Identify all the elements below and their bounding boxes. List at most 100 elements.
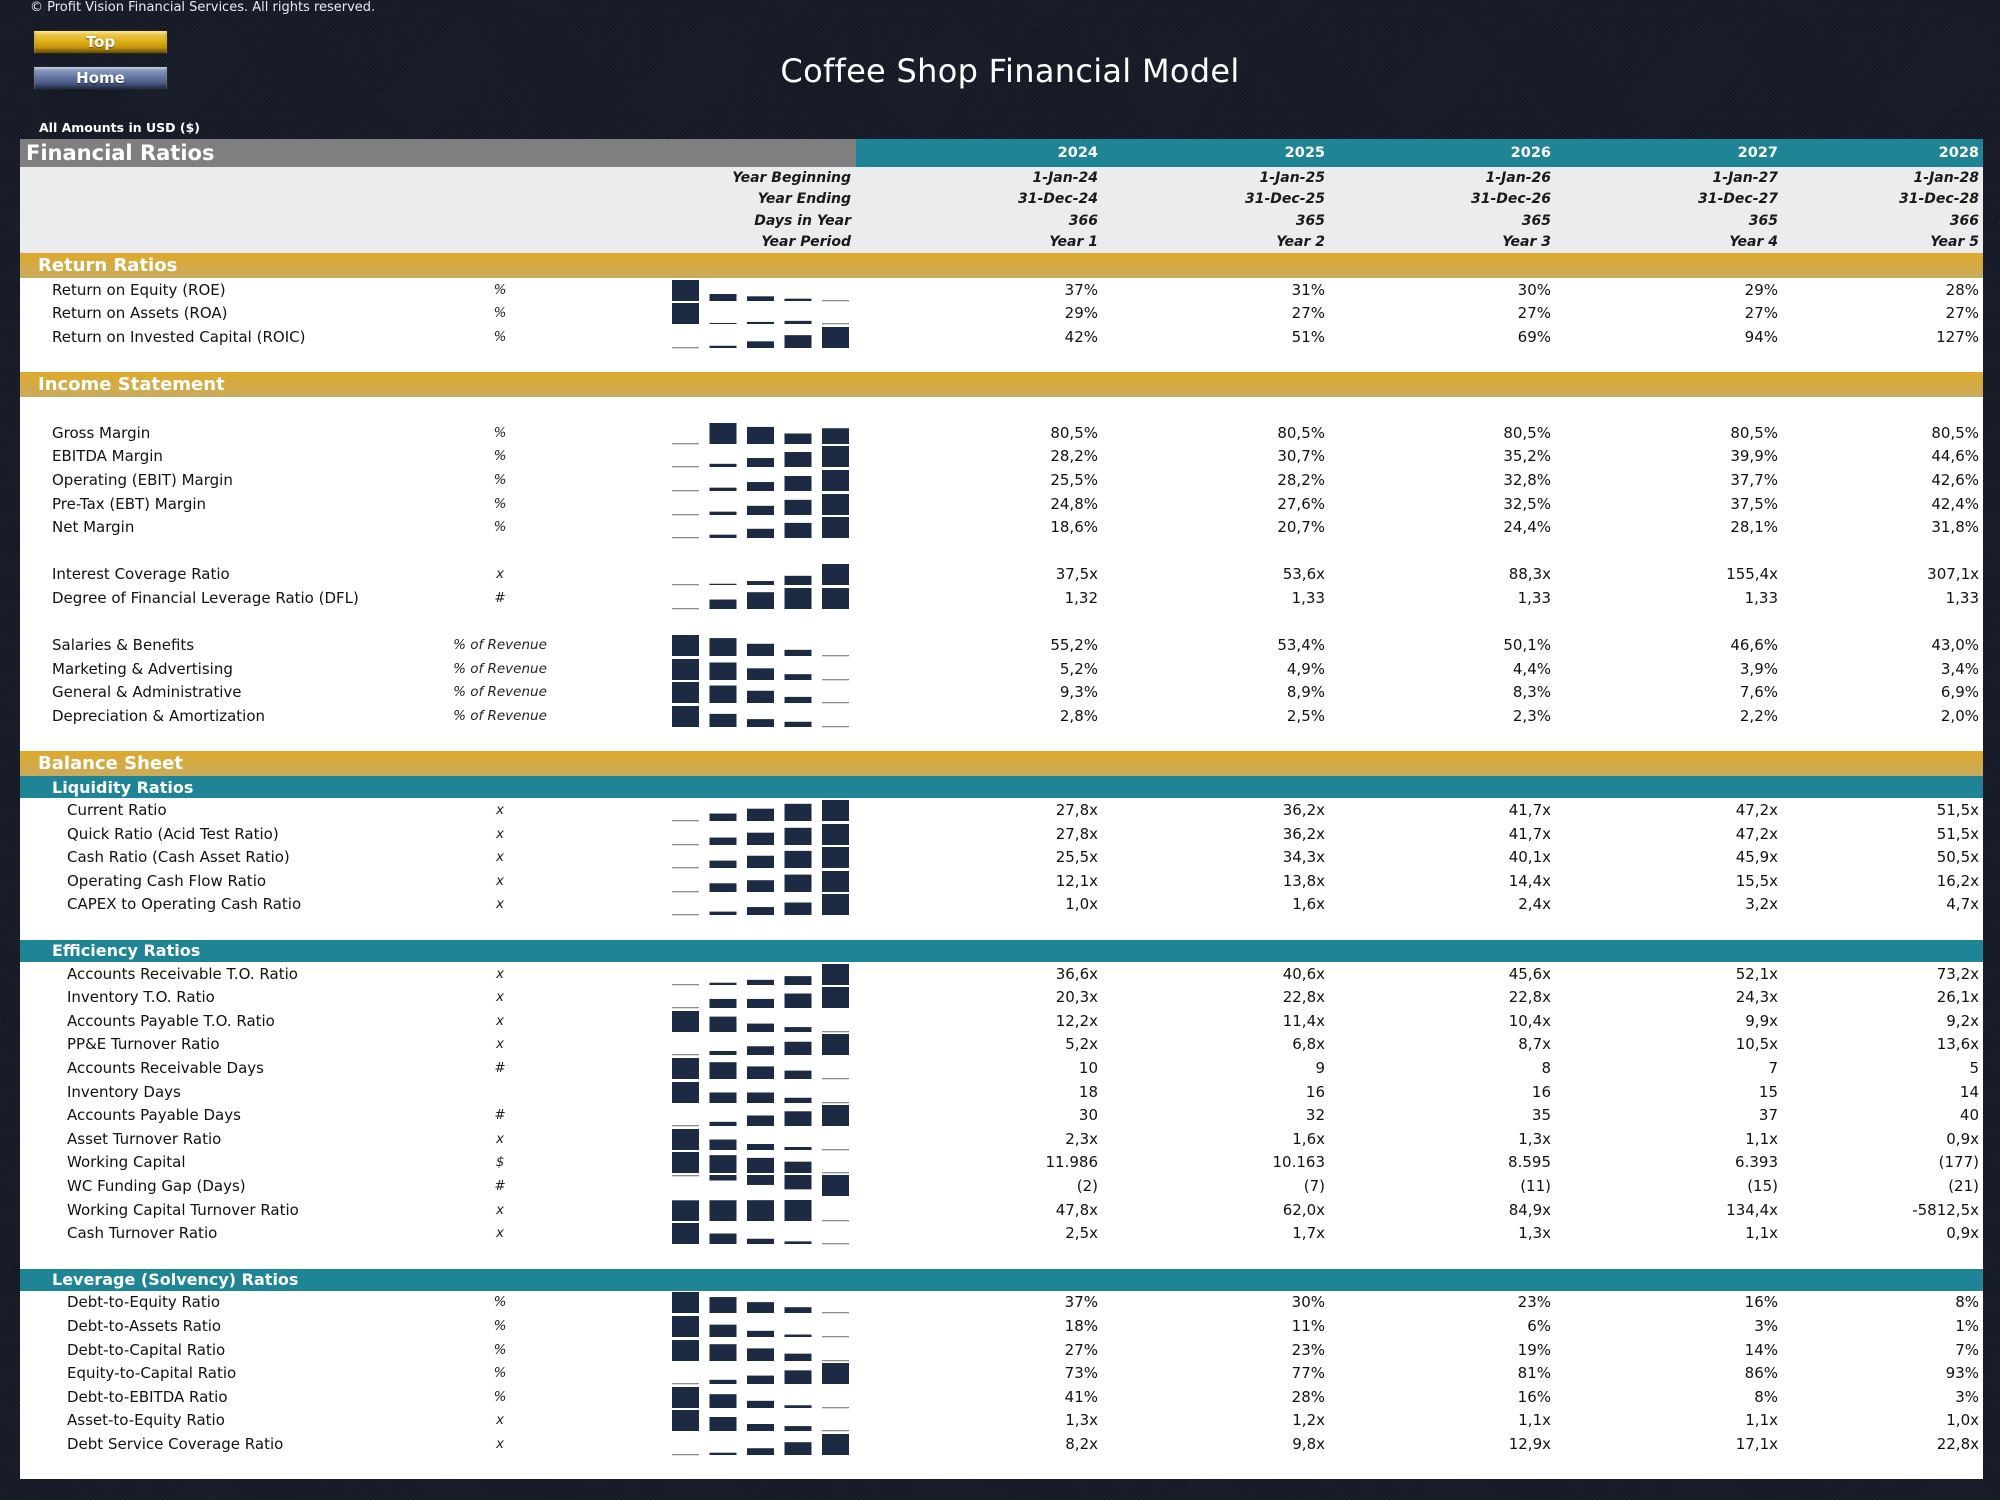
sparkline: [666, 869, 872, 893]
ratio-value: 4,9%: [1286, 659, 1325, 678]
section-header: Return Ratios: [20, 253, 1983, 278]
ratio-value: 23%: [1291, 1340, 1325, 1359]
ratio-value: 46,6%: [1730, 636, 1778, 655]
ratio-value: 80,5%: [1050, 423, 1098, 442]
ratio-value: 1,33: [1291, 588, 1325, 607]
sparkline-chart: [672, 1128, 849, 1151]
ratio-value: 28%: [1945, 280, 1979, 299]
ratio-value: 28,1%: [1730, 518, 1778, 537]
ratio-value: 53,6x: [1282, 565, 1325, 584]
sparkline: [666, 1432, 872, 1456]
top-button[interactable]: Top: [33, 30, 168, 54]
subsection-title: Leverage (Solvency) Ratios: [52, 1270, 299, 1290]
financial-ratios-sheet: Financial Ratios 2024 2025 2026 2027 202…: [20, 139, 1983, 1480]
sparkline-chart: [672, 1433, 849, 1456]
sparkline-bar: [784, 1097, 812, 1103]
sparkline-bar: [747, 1092, 774, 1103]
ratio-row: Operating (EBIT) Margin% 25,5% 28,2% 32,8% 3…: [20, 468, 1983, 492]
sparkline: [666, 962, 872, 986]
ratio-value: 25,5x: [1055, 848, 1098, 867]
sparkline-bar: [709, 1122, 737, 1127]
ratio-value: 8,3%: [1512, 683, 1551, 702]
ratio-value: 3,4%: [1940, 659, 1979, 678]
ratio-value: 27,6%: [1277, 494, 1325, 513]
section-title: Income Statement: [38, 374, 225, 396]
period-value: Year 5: [1930, 234, 1979, 251]
sparkline-bar: [747, 1174, 774, 1185]
ratio-value: 9: [1315, 1059, 1325, 1078]
sparkline: [666, 798, 872, 822]
subsection-header: Leverage (Solvency) Ratios: [20, 1268, 1983, 1291]
ratio-value: 10,5x: [1735, 1035, 1778, 1054]
blank-row: [20, 349, 1983, 373]
sparkline-bar: [672, 1010, 699, 1032]
ratio-value: 41,7x: [1508, 801, 1551, 820]
ratio-unit: %: [493, 281, 507, 298]
ratio-value: 29%: [1064, 304, 1098, 323]
ratio-value: 16%: [1744, 1293, 1778, 1312]
ratio-name: Asset-to-Equity Ratio: [67, 1411, 225, 1430]
ratio-name: Equity-to-Capital Ratio: [67, 1364, 237, 1383]
ratio-row: Debt Service Coverage Ratio x 8,2x 9,8x 12,9…: [20, 1432, 1983, 1456]
sparkline: [666, 515, 872, 539]
sparkline-bar: [672, 1128, 699, 1150]
period-value: 1-Jan-28: [1913, 169, 1979, 186]
ratio-value: 51,5x: [1936, 801, 1979, 820]
sparkline-bar: [784, 475, 812, 491]
period-row: Days in Year 366 365 365 365 366: [20, 210, 1983, 232]
sparkline-chart: [672, 422, 849, 445]
sparkline-bar: [784, 335, 812, 348]
sparkline-bar: [784, 803, 812, 822]
ratio-value: 44,6%: [1931, 447, 1979, 466]
sparkline-chart: [672, 1223, 849, 1245]
ratio-unit: x: [496, 1036, 504, 1053]
ratio-value: 53,4%: [1277, 636, 1325, 655]
ratio-name: Return on Invested Capital (ROIC): [52, 327, 306, 346]
ratio-value: 9,2x: [1946, 1011, 1979, 1030]
ratio-value: 86%: [1744, 1364, 1778, 1383]
ratio-value: 1,33: [1945, 588, 1979, 607]
sparkline-bar: [784, 523, 812, 539]
sparkline-bar: [784, 1404, 812, 1408]
sparkline: [666, 445, 872, 469]
ratio-value: 28,2%: [1277, 470, 1325, 489]
ratio-name: Inventory T.O. Ratio: [67, 988, 215, 1007]
ratio-value: 18,6%: [1050, 518, 1098, 537]
period-row: Year Beginning 1-Jan-24 1-Jan-25 1-Jan-26 1-…: [20, 167, 1983, 189]
sparkline-bar: [747, 1199, 774, 1221]
ratio-value: 4,7x: [1946, 895, 1979, 914]
ratio-value: 155,4x: [1726, 565, 1778, 584]
ratio-name: Debt-to-EBITDA Ratio: [67, 1387, 228, 1406]
sparkline-bar: [709, 464, 737, 468]
sparkline-bar: [709, 685, 737, 704]
sparkline-chart: [672, 517, 849, 539]
sparkline-bar: [747, 1066, 774, 1080]
sparkline-chart: [672, 1410, 849, 1432]
ratio-value: (2): [1076, 1176, 1098, 1195]
sparkline-bar: [672, 279, 699, 301]
ratio-value: 0,9x: [1946, 1129, 1979, 1148]
ratio-name: Working Capital Turnover Ratio: [67, 1200, 299, 1219]
ratio-row: Interest Coverage Ratio x 37,5x 53,6x 88,3x 1…: [20, 563, 1983, 587]
ratio-value: 8,7x: [1518, 1035, 1551, 1054]
ratio-value: 62,0x: [1282, 1200, 1325, 1219]
ratio-value: 9,9x: [1745, 1011, 1778, 1030]
ratio-value: 34,3x: [1282, 848, 1325, 867]
sparkline-bar: [747, 808, 774, 822]
ratio-value: 51,5x: [1936, 824, 1979, 843]
sparkline-bar: [709, 1452, 737, 1455]
sparkline: [666, 302, 872, 326]
sparkline-chart: [672, 682, 849, 704]
year-header-row: Financial Ratios 2024 2025 2026 2027 202…: [20, 139, 1983, 167]
sparkline-bar: [747, 341, 774, 348]
ratio-name: Degree of Financial Leverage Ratio (DFL): [52, 588, 359, 607]
ratio-value: -5812,5x: [1912, 1200, 1979, 1219]
ratio-name: Debt-to-Equity Ratio: [67, 1293, 221, 1312]
ratio-value: 9,8x: [1292, 1434, 1325, 1453]
ratio-unit: [410, 1080, 590, 1104]
ratio-value: 1,3x: [1518, 1224, 1551, 1243]
sparkline-bar: [784, 874, 812, 892]
sparkline-bar: [784, 851, 812, 869]
ratio-unit: #: [494, 589, 506, 606]
sparkline-bar: [784, 1241, 812, 1245]
